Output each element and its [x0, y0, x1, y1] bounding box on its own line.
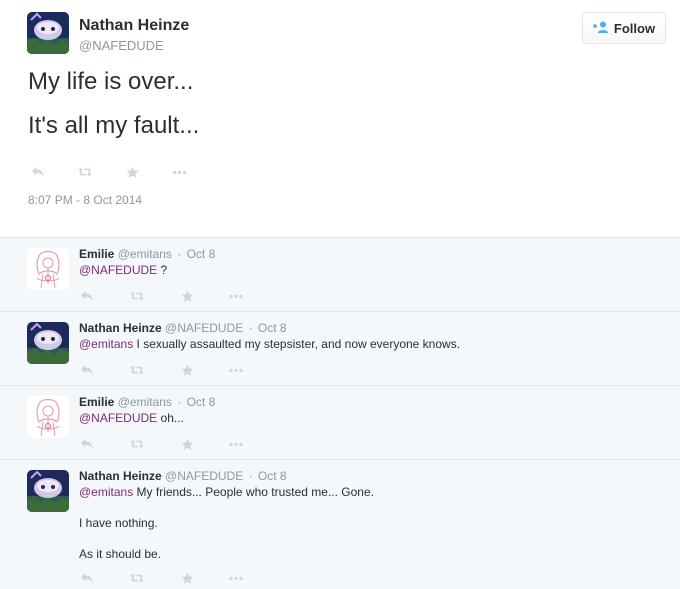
reply-actions	[79, 363, 244, 377]
tweet-text: My life is over... It's all my fault...	[28, 66, 199, 142]
follow-button[interactable]: Follow	[582, 12, 666, 44]
author-handle[interactable]: @emitans	[118, 247, 172, 261]
reply-icon[interactable]	[79, 363, 95, 377]
avatar[interactable]	[27, 12, 69, 54]
reply-text-content: I sexually assaulted my stepsister, and …	[133, 337, 461, 351]
separator: ·	[177, 247, 182, 261]
retweet-icon[interactable]	[76, 165, 94, 179]
mention-link[interactable]: @NAFEDUDE	[79, 411, 157, 425]
favorite-icon[interactable]	[124, 165, 140, 179]
author-handle[interactable]: @emitans	[118, 395, 172, 409]
reply-header: Nathan Heinze @NAFEDUDE · Oct 8	[79, 321, 287, 335]
reply-text: @emitans My friends... People who truste…	[79, 485, 374, 562]
mention-link[interactable]: @NAFEDUDE	[79, 263, 157, 277]
main-tweet: Nathan Heinze @NAFEDUDE Follow My life i…	[0, 0, 680, 238]
avatar[interactable]	[27, 470, 69, 512]
favorite-icon[interactable]	[179, 289, 195, 303]
reply-date[interactable]: Oct 8	[187, 395, 216, 409]
author-name[interactable]: Emilie	[79, 247, 114, 261]
separator: ·	[248, 469, 253, 483]
author-name[interactable]: Nathan Heinze	[79, 469, 162, 483]
mention-link[interactable]: @emitans	[79, 485, 133, 499]
more-icon[interactable]	[170, 165, 188, 179]
reply-header: Nathan Heinze @NAFEDUDE · Oct 8	[79, 469, 287, 483]
reply-date[interactable]: Oct 8	[258, 321, 287, 335]
avatar[interactable]	[27, 322, 69, 364]
mention-link[interactable]: @emitans	[79, 337, 133, 351]
reply-header: Emilie @emitans · Oct 8	[79, 395, 215, 409]
reply-date[interactable]: Oct 8	[187, 247, 216, 261]
author-name[interactable]: Emilie	[79, 395, 114, 409]
reply-text-content: ?	[157, 263, 168, 277]
reply-text: @NAFEDUDE ?	[79, 263, 167, 278]
author-handle[interactable]: @NAFEDUDE	[165, 469, 243, 483]
reply-icon[interactable]	[79, 571, 95, 585]
reply-icon[interactable]	[30, 165, 46, 179]
favorite-icon[interactable]	[179, 571, 195, 585]
reply-icon[interactable]	[79, 437, 95, 451]
follow-label: Follow	[613, 20, 656, 36]
author-handle[interactable]: @NAFEDUDE	[165, 321, 243, 335]
more-icon[interactable]	[228, 289, 244, 303]
reply-tweet: Emilie @emitans · Oct 8 @NAFEDUDE oh...	[0, 386, 680, 460]
tweet-line: It's all my fault...	[28, 112, 200, 139]
reply-tweet: Emilie @emitans · Oct 8 @NAFEDUDE ?	[0, 238, 680, 312]
author-name[interactable]: Nathan Heinze	[79, 321, 162, 335]
avatar[interactable]	[27, 396, 69, 438]
retweet-icon[interactable]	[129, 363, 145, 377]
tweet-actions	[30, 165, 188, 179]
reply-header: Emilie @emitans · Oct 8	[79, 247, 215, 261]
reply-date[interactable]: Oct 8	[258, 469, 287, 483]
reply-text: @emitans I sexually assaulted my stepsis…	[79, 337, 460, 352]
reply-paragraph: I have nothing.	[79, 516, 158, 530]
author-handle[interactable]: @NAFEDUDE	[79, 38, 164, 53]
timestamp[interactable]: 8:07 PM - 8 Oct 2014	[28, 193, 142, 207]
author-name[interactable]: Nathan Heinze	[79, 17, 189, 35]
more-icon[interactable]	[228, 363, 244, 377]
reply-icon[interactable]	[79, 289, 95, 303]
separator: ·	[248, 321, 253, 335]
retweet-icon[interactable]	[129, 437, 145, 451]
reply-tweet: Nathan Heinze @NAFEDUDE · Oct 8 @emitans…	[0, 460, 680, 589]
more-icon[interactable]	[228, 437, 244, 451]
reply-actions	[79, 289, 244, 303]
more-icon[interactable]	[228, 571, 244, 585]
retweet-icon[interactable]	[129, 289, 145, 303]
reply-actions	[79, 571, 244, 585]
reply-paragraph: As it should be.	[79, 547, 162, 561]
avatar[interactable]	[27, 248, 69, 290]
follow-user-icon	[592, 21, 609, 36]
favorite-icon[interactable]	[179, 363, 195, 377]
reply-actions	[79, 437, 244, 451]
retweet-icon[interactable]	[129, 571, 145, 585]
separator: ·	[177, 395, 182, 409]
reply-text-content: My friends... People who trusted me... G…	[133, 485, 374, 499]
tweet-line: My life is over...	[28, 68, 194, 95]
reply-text-content: oh...	[157, 411, 184, 425]
reply-text: @NAFEDUDE oh...	[79, 411, 184, 426]
favorite-icon[interactable]	[179, 437, 195, 451]
reply-tweet: Nathan Heinze @NAFEDUDE · Oct 8 @emitans…	[0, 312, 680, 386]
